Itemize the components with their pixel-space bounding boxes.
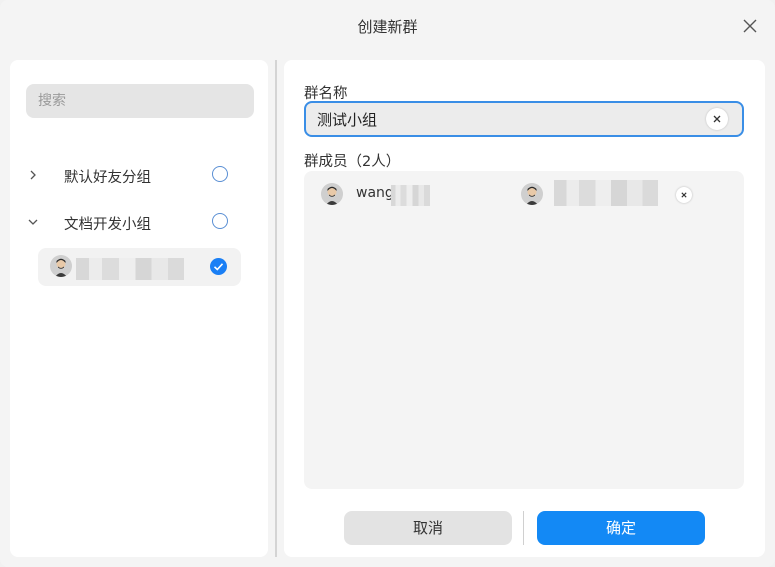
group-label: 默认好友分组: [64, 170, 151, 186]
user-avatar-icon: [50, 255, 72, 277]
title-bar: 创建新群: [0, 0, 775, 52]
group-settings-panel: 群名称 群成员（2人） wang: [284, 60, 765, 557]
member-name-redacted: [391, 185, 430, 206]
remove-member-button[interactable]: [676, 187, 692, 203]
contact-row[interactable]: [38, 248, 241, 286]
create-group-dialog: 创建新群 默认好友分组 文档开发小组: [0, 0, 775, 567]
clear-icon: [713, 115, 721, 123]
clear-input-button[interactable]: [706, 108, 728, 130]
avatar: [521, 183, 543, 205]
member-name: wang: [356, 185, 394, 201]
group-name-input[interactable]: [317, 108, 697, 130]
member-name-redacted: [554, 180, 658, 206]
group-select-radio[interactable]: [212, 166, 228, 182]
panel-divider: [275, 60, 277, 557]
user-avatar-icon: [321, 183, 343, 205]
group-members-label: 群成员（2人）: [304, 154, 401, 170]
avatar: [321, 183, 343, 205]
close-icon: [743, 19, 757, 33]
user-avatar-icon: [521, 183, 543, 205]
group-name-label: 群名称: [304, 86, 348, 102]
group-row-default[interactable]: 默认好友分组: [10, 158, 268, 194]
selected-check-icon[interactable]: [210, 258, 227, 275]
group-select-radio[interactable]: [212, 213, 228, 229]
chevron-down-icon: [28, 219, 38, 225]
group-name-field[interactable]: [304, 101, 744, 137]
contacts-panel: 默认好友分组 文档开发小组: [10, 60, 268, 557]
group-row-doc-dev[interactable]: 文档开发小组: [10, 205, 268, 241]
group-label: 文档开发小组: [64, 217, 151, 233]
confirm-button[interactable]: 确定: [537, 511, 705, 545]
dialog-title: 创建新群: [357, 18, 418, 36]
avatar: [50, 255, 72, 277]
chevron-right-icon: [30, 170, 36, 180]
button-separator: [523, 511, 524, 545]
contact-name-redacted: [76, 258, 184, 280]
cancel-button[interactable]: 取消: [344, 511, 512, 545]
members-list: wang: [304, 171, 744, 489]
close-button[interactable]: [736, 12, 764, 40]
remove-icon: [681, 192, 687, 198]
search-input[interactable]: [26, 84, 254, 118]
